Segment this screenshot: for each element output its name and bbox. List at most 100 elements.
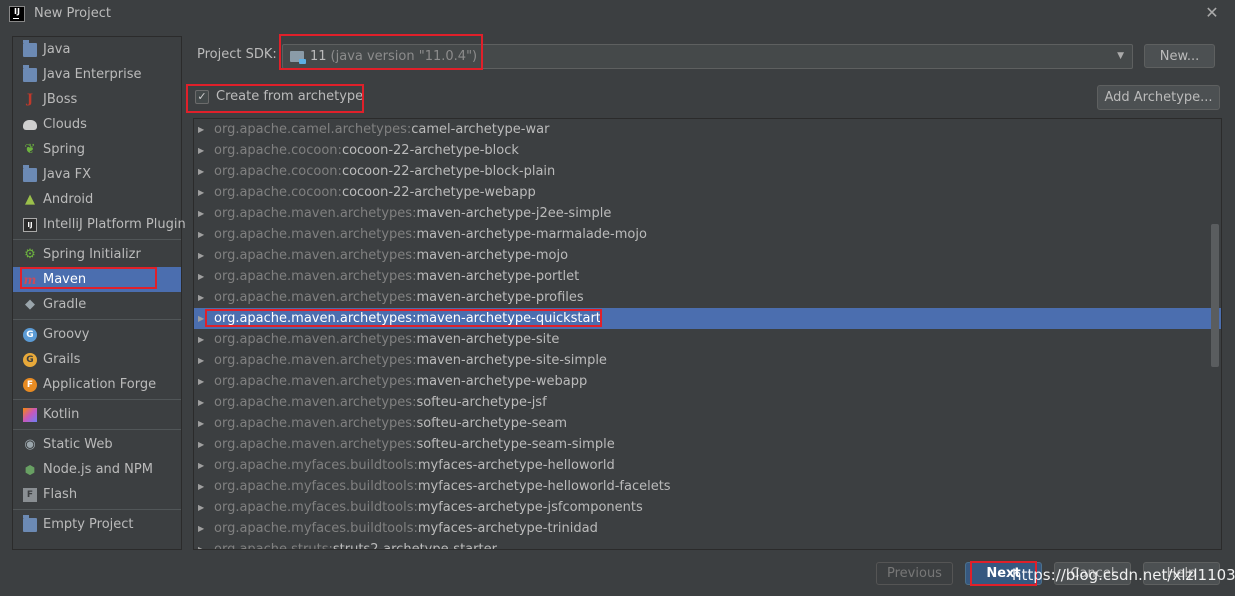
- window-title: New Project: [34, 6, 111, 21]
- expand-arrow-icon[interactable]: ▶: [194, 188, 214, 197]
- expand-arrow-icon[interactable]: ▶: [194, 461, 214, 470]
- sidebar-item-java-fx[interactable]: Java FX: [13, 162, 181, 187]
- sidebar-item-groovy[interactable]: G Groovy: [13, 322, 181, 347]
- archetype-row[interactable]: ▶ org.apache.cocoon: cocoon-22-archetype-b…: [194, 140, 1221, 161]
- sidebar-item-java-enterprise[interactable]: Java Enterprise: [13, 62, 181, 87]
- expand-arrow-icon[interactable]: ▶: [194, 440, 214, 449]
- archetype-row[interactable]: ▶ org.apache.maven.archetypes: maven-arche…: [194, 329, 1221, 350]
- sidebar-item-android[interactable]: ▲ Android: [13, 187, 181, 212]
- sidebar-item-kotlin[interactable]: Kotlin: [13, 402, 181, 427]
- sidebar-item-label: Gradle: [43, 297, 87, 312]
- sidebar-item-maven[interactable]: m Maven: [13, 267, 181, 292]
- archetype-row[interactable]: ▶ org.apache.maven.archetypes: maven-arche…: [194, 203, 1221, 224]
- archetype-row[interactable]: ▶ org.apache.maven.archetypes: softeu-arch…: [194, 434, 1221, 455]
- project-sdk-dropdown[interactable]: 11 (java version "11.0.4") ▼: [282, 44, 1133, 69]
- expand-arrow-icon[interactable]: ▶: [194, 251, 214, 260]
- archetype-artifact-id: softeu-archetype-seam-simple: [416, 437, 615, 452]
- archetype-row[interactable]: ▶ org.apache.myfaces.buildtools: myfaces-a…: [194, 476, 1221, 497]
- archetype-row[interactable]: ▶ org.apache.maven.archetypes: maven-arche…: [194, 224, 1221, 245]
- archetype-artifact-id: cocoon-22-archetype-webapp: [341, 185, 536, 200]
- expand-arrow-icon[interactable]: ▶: [194, 482, 214, 491]
- sidebar-item-static-web[interactable]: ◉ Static Web: [13, 432, 181, 457]
- expand-arrow-icon[interactable]: ▶: [194, 230, 214, 239]
- sidebar-item-label: Grails: [43, 352, 81, 367]
- list-scrollbar[interactable]: [1211, 224, 1219, 367]
- archetype-row[interactable]: ▶ org.apache.myfaces.buildtools: myfaces-a…: [194, 497, 1221, 518]
- archetype-group-id: org.apache.maven.archetypes:: [214, 395, 417, 410]
- expand-arrow-icon[interactable]: ▶: [194, 419, 214, 428]
- watermark-text: https://blog.csdn.net/xlzl1103: [1012, 566, 1235, 584]
- add-archetype-button[interactable]: Add Archetype...: [1097, 85, 1220, 110]
- create-from-archetype-toggle[interactable]: ✓ Create from archetype: [195, 89, 363, 104]
- sidebar-item-label: Spring Initializr: [43, 247, 141, 262]
- expand-arrow-icon[interactable]: ▶: [194, 272, 214, 281]
- expand-arrow-icon[interactable]: ▶: [194, 356, 214, 365]
- sidebar-item-label: Groovy: [43, 327, 90, 342]
- spring-icon: ❦: [24, 142, 36, 157]
- expand-arrow-icon[interactable]: ▶: [194, 314, 214, 323]
- sidebar-item-clouds[interactable]: Clouds: [13, 112, 181, 137]
- expand-arrow-icon[interactable]: ▶: [194, 167, 214, 176]
- sidebar-item-java[interactable]: Java: [13, 37, 181, 62]
- archetype-row[interactable]: ▶ org.apache.maven.archetypes: maven-arche…: [194, 245, 1221, 266]
- sidebar-item-spring-initializr[interactable]: ⚙ Spring Initializr: [13, 242, 181, 267]
- archetype-artifact-id: maven-archetype-mojo: [416, 248, 569, 263]
- sidebar-item-node-js-and-npm[interactable]: ⬢ Node.js and NPM: [13, 457, 181, 482]
- archetype-group-id: org.apache.maven.archetypes:: [214, 248, 417, 263]
- archetype-row[interactable]: ▶ org.apache.maven.archetypes: softeu-arch…: [194, 392, 1221, 413]
- archetype-row[interactable]: ▶ org.apache.camel.archetypes: camel-arche…: [194, 119, 1221, 140]
- expand-arrow-icon[interactable]: ▶: [194, 503, 214, 512]
- sidebar-item-jboss[interactable]: J JBoss: [13, 87, 181, 112]
- sdk-version: (java version "11.0.4"): [330, 49, 478, 64]
- java-enterprise-icon: [23, 64, 37, 82]
- archetype-row[interactable]: ▶ org.apache.maven.archetypes: maven-arche…: [194, 308, 1221, 329]
- sidebar-item-intellij-platform-plugin[interactable]: IJ IntelliJ Platform Plugin: [13, 212, 186, 237]
- archetype-row[interactable]: ▶ org.apache.maven.archetypes: maven-arche…: [194, 266, 1221, 287]
- archetype-group-id: org.apache.maven.archetypes:: [214, 311, 417, 326]
- archetype-group-id: org.apache.maven.archetypes:: [214, 332, 417, 347]
- archetype-row[interactable]: ▶ org.apache.myfaces.buildtools: myfaces-a…: [194, 455, 1221, 476]
- archetype-row[interactable]: ▶ org.apache.cocoon: cocoon-22-archetype-w…: [194, 182, 1221, 203]
- new-sdk-button[interactable]: New...: [1144, 44, 1215, 68]
- sidebar-item-label: Application Forge: [43, 377, 157, 392]
- expand-arrow-icon[interactable]: ▶: [194, 377, 214, 386]
- sidebar-item-gradle[interactable]: ◆ Gradle: [13, 292, 181, 317]
- create-from-archetype-label: Create from archetype: [216, 89, 364, 104]
- expand-arrow-icon[interactable]: ▶: [194, 125, 214, 134]
- sidebar-item-flash[interactable]: F Flash: [13, 482, 181, 507]
- archetype-group-id: org.apache.myfaces.buildtools:: [214, 479, 418, 494]
- archetype-row[interactable]: ▶ org.apache.cocoon: cocoon-22-archetype-b…: [194, 161, 1221, 182]
- expand-arrow-icon[interactable]: ▶: [194, 524, 214, 533]
- sidebar-item-application-forge[interactable]: F Application Forge: [13, 372, 181, 397]
- archetype-row[interactable]: ▶ org.apache.struts: struts2-archetype-sta…: [194, 539, 1221, 550]
- expand-arrow-icon[interactable]: ▶: [194, 335, 214, 344]
- expand-arrow-icon[interactable]: ▶: [194, 293, 214, 302]
- sidebar-item-empty-project[interactable]: Empty Project: [13, 512, 181, 537]
- archetype-row[interactable]: ▶ org.apache.maven.archetypes: maven-arche…: [194, 287, 1221, 308]
- archetype-artifact-id: softeu-archetype-seam: [416, 416, 568, 431]
- archetype-artifact-id: struts2-archetype-starter: [332, 542, 497, 550]
- folder-icon: [23, 164, 37, 182]
- sdk-name: 11: [310, 49, 327, 64]
- expand-arrow-icon[interactable]: ▶: [194, 209, 214, 218]
- expand-arrow-icon[interactable]: ▶: [194, 398, 214, 407]
- archetype-row[interactable]: ▶ org.apache.maven.archetypes: maven-arche…: [194, 371, 1221, 392]
- expand-arrow-icon[interactable]: ▶: [194, 545, 214, 549]
- archetype-row[interactable]: ▶ org.apache.maven.archetypes: softeu-arch…: [194, 413, 1221, 434]
- create-from-archetype-checkbox[interactable]: ✓: [195, 89, 209, 104]
- sidebar-item-spring[interactable]: ❦ Spring: [13, 137, 181, 162]
- archetype-artifact-id: camel-archetype-war: [411, 122, 550, 137]
- archetype-group-id: org.apache.maven.archetypes:: [214, 269, 417, 284]
- folder-icon: [23, 514, 37, 532]
- intellij-icon: IJ: [23, 217, 37, 232]
- sidebar-item-grails[interactable]: G Grails: [13, 347, 181, 372]
- archetype-list[interactable]: ▶ org.apache.camel.archetypes: camel-arche…: [193, 118, 1222, 550]
- expand-arrow-icon[interactable]: ▶: [194, 146, 214, 155]
- previous-button[interactable]: Previous: [876, 562, 953, 585]
- sidebar-item-label: Java Enterprise: [43, 67, 142, 82]
- close-icon[interactable]: ✕: [1203, 4, 1221, 22]
- archetype-group-id: org.apache.maven.archetypes:: [214, 290, 417, 305]
- archetype-row[interactable]: ▶ org.apache.myfaces.buildtools: myfaces-a…: [194, 518, 1221, 539]
- archetype-row[interactable]: ▶ org.apache.maven.archetypes: maven-arche…: [194, 350, 1221, 371]
- sidebar-item-label: IntelliJ Platform Plugin: [43, 217, 186, 232]
